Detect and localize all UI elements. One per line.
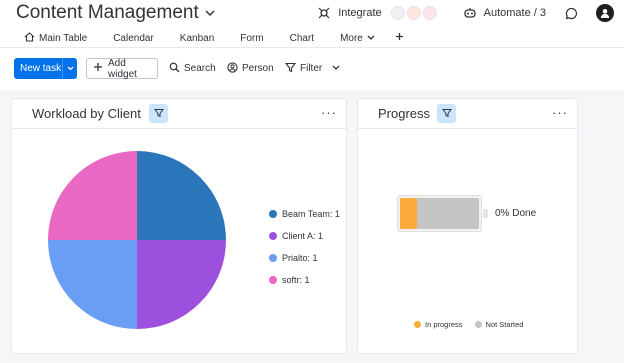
progress-widget: Progress ··· 0% Done In progress Not Sta… [357,98,578,354]
filter-icon [441,105,452,123]
integrate-icon [315,4,333,22]
legend-item: Prialto: 1 [269,247,340,269]
tab-main-table[interactable]: Main Table [14,29,99,47]
filter-icon [153,105,164,123]
add-widget-button[interactable]: Add widget [86,57,158,80]
progress-battery-cap [483,209,488,218]
app-icon [422,6,437,20]
legend-item: softr: 1 [269,269,340,291]
widget-header: Workload by Client ··· [12,99,346,129]
chevron-down-icon[interactable] [205,9,215,20]
person-label: Person [242,63,274,74]
avatar[interactable] [596,4,614,22]
legend-swatch [269,276,277,284]
pie-slice-client-a[interactable] [137,240,226,329]
tab-label: Calendar [113,32,154,44]
tab-label: Chart [289,32,315,44]
legend-item-not-started: Not Started [474,320,524,329]
widget-menu-icon[interactable]: ··· [321,105,337,120]
integration-app-icons [390,6,437,20]
plus-icon [395,32,404,44]
person-filter-button[interactable]: Person [227,58,274,79]
filter-button[interactable]: Filter [284,58,340,79]
tab-label: Form [240,32,264,44]
widget-filter-button[interactable] [437,104,456,123]
tab-form[interactable]: Form [226,29,275,47]
chat-icon[interactable] [562,4,580,22]
new-task-label: New task [20,63,62,74]
new-task-button[interactable]: New task [14,58,77,79]
tab-label: More [340,32,363,44]
progress-battery [397,195,482,232]
in-progress-fill [400,198,418,229]
search-button[interactable]: Search [169,58,216,79]
filter-label: Filter [300,63,323,74]
integrate-button[interactable]: Integrate [315,4,437,22]
search-label: Search [184,63,216,74]
app-icon [406,6,421,20]
legend-swatch [269,254,277,262]
legend-label: In progress [425,320,463,329]
legend-label: Beam Team: 1 [282,209,340,219]
add-view-button[interactable] [387,29,416,47]
board-title[interactable]: Content Management [16,2,199,24]
legend-swatch [474,321,482,328]
widget-header: Progress ··· [358,99,577,129]
legend-label: Prialto: 1 [282,253,318,263]
person-icon [227,61,238,76]
legend-item: Beam Team: 1 [269,203,340,225]
automate-label: Automate / 3 [483,7,546,19]
legend-label: Client A: 1 [282,231,324,241]
legend-swatch [414,321,421,328]
chevron-down-icon[interactable] [62,58,77,79]
tab-kanban[interactable]: Kanban [166,29,226,47]
legend-item-in-progress: In progress [414,320,463,329]
progress-legend: In progress Not Started [414,320,523,329]
pie-slice-beam-team[interactable] [137,151,226,240]
tab-more[interactable]: More [326,29,387,47]
app-icon [390,6,405,20]
filter-icon [284,62,297,76]
top-bar: Content Management Integrate Automate / … [0,0,624,49]
board-title-area[interactable]: Content Management [16,2,215,24]
legend-item: Client A: 1 [269,225,340,247]
progress-done-text: 0% Done [495,208,537,219]
progress-track [400,198,479,229]
search-icon [169,62,180,76]
chevron-down-icon [367,33,375,44]
widget-title: Progress [378,106,431,121]
widget-title: Workload by Client [32,106,141,121]
robot-icon [461,4,479,22]
workload-widget: Workload by Client ··· Beam Team: 1 Clien… [11,98,347,354]
automate-button[interactable]: Automate / 3 [461,4,546,22]
widget-filter-button[interactable] [149,104,168,123]
pie-slice-prialto[interactable] [48,240,137,329]
home-icon [24,31,35,45]
widget-menu-icon[interactable]: ··· [552,105,568,120]
pie-slice-softr[interactable] [48,151,137,240]
chevron-down-icon[interactable] [332,63,340,74]
legend-label: softr: 1 [282,275,310,285]
tab-chart[interactable]: Chart [276,29,326,49]
legend-label: Not Started [485,320,524,329]
tab-label: Main Table [39,32,88,44]
view-tabs: Main Table Calendar Kanban Form Chart Mo… [14,29,416,49]
tab-calendar[interactable]: Calendar [99,29,166,47]
add-widget-label: Add widget [108,57,137,80]
legend-swatch [269,210,277,218]
tab-label: Kanban [179,32,215,44]
integrate-label: Integrate [338,7,382,19]
pie-legend: Beam Team: 1 Client A: 1 Prialto: 1 softr: … [269,203,340,291]
legend-swatch [269,232,277,240]
top-actions: Integrate Automate / 3 [315,4,614,22]
board-toolbar: New task Add widget Search Person Filter [0,48,624,90]
plus-icon [93,62,103,75]
